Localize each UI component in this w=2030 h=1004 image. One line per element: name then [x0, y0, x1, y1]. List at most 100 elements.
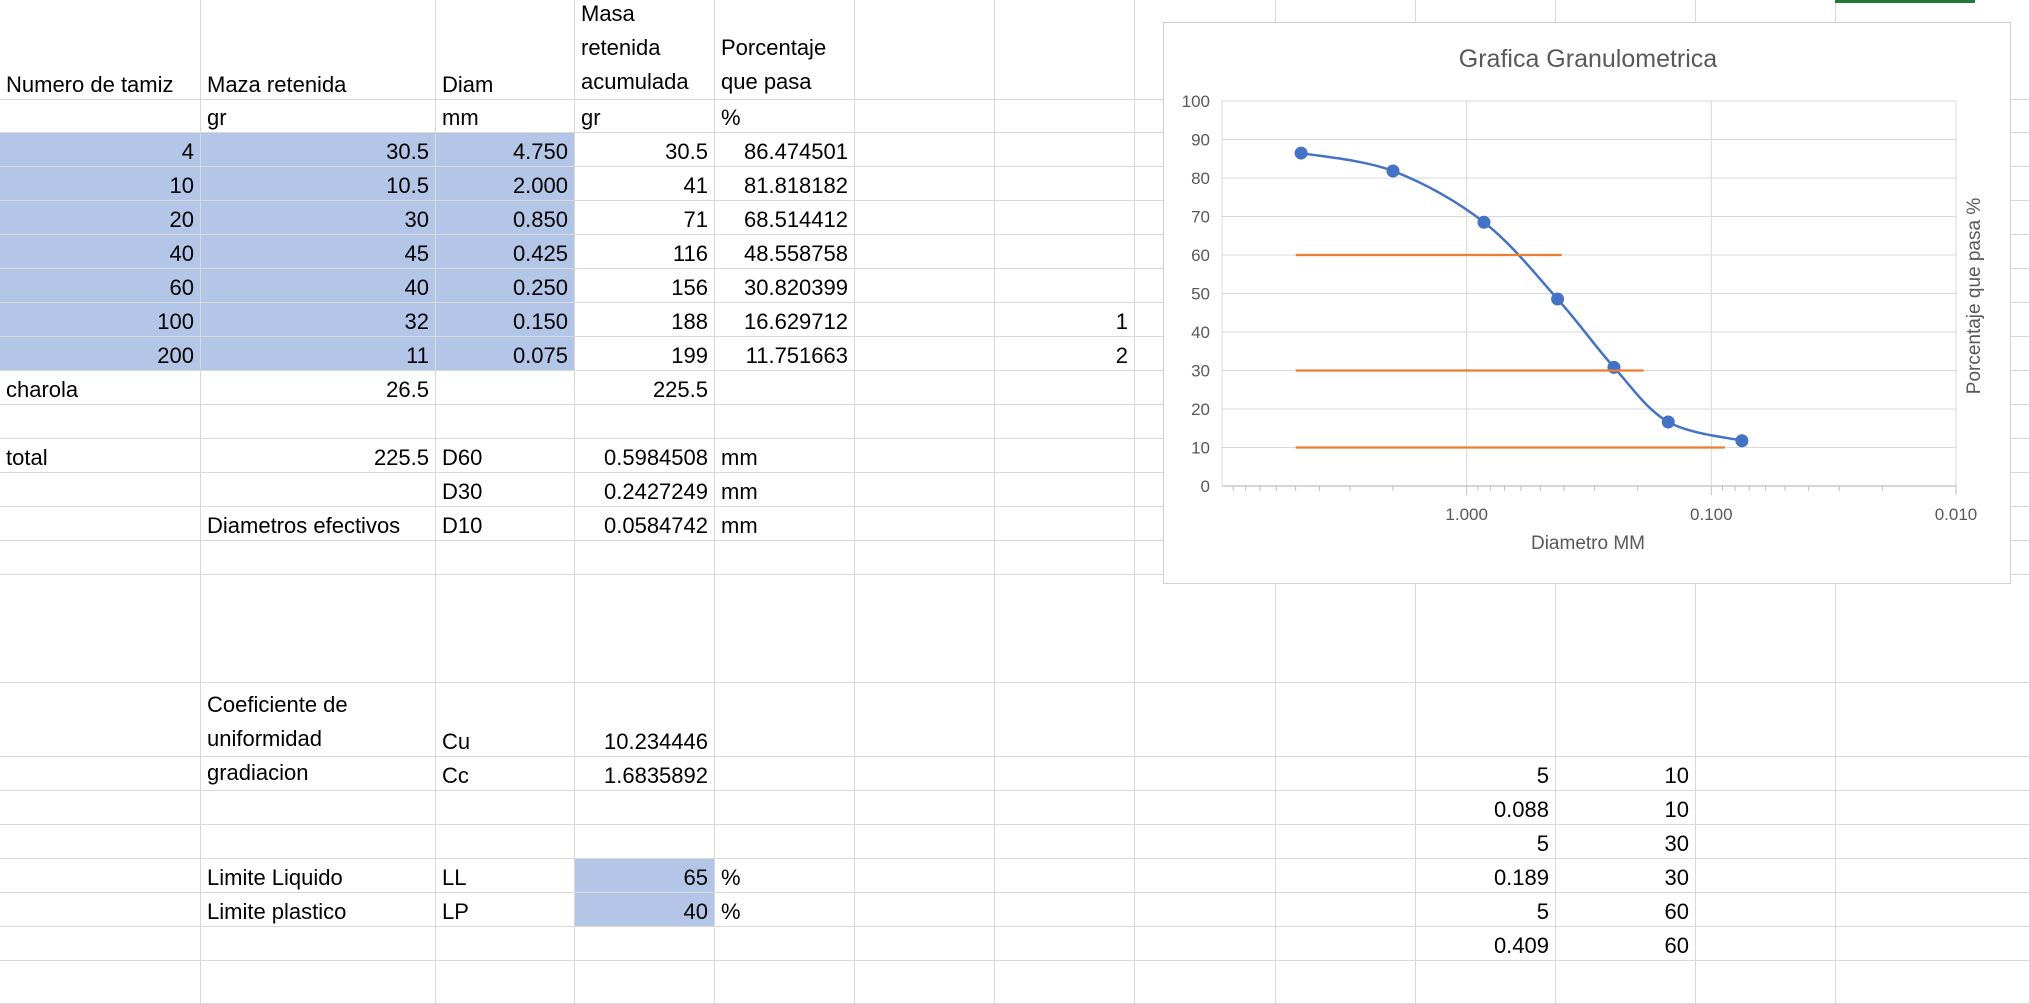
empty-cell[interactable]	[995, 757, 1135, 791]
cu-description[interactable]: Coeficiente de uniformidad	[201, 683, 436, 757]
cu-label[interactable]: Cu	[436, 683, 575, 757]
empty-cell[interactable]	[436, 961, 575, 1004]
empty-cell[interactable]	[575, 405, 715, 439]
ll-unit[interactable]: %	[715, 859, 855, 893]
d10-value[interactable]: 0.0584742	[575, 507, 715, 541]
empty-cell[interactable]	[436, 575, 575, 683]
empty-cell[interactable]	[1836, 791, 2030, 825]
porcentaje-cell[interactable]: 86.474501	[715, 133, 855, 167]
empty-cell[interactable]	[575, 825, 715, 859]
empty-cell[interactable]	[1135, 825, 1276, 859]
empty-cell[interactable]	[575, 541, 715, 575]
empty-cell[interactable]	[855, 541, 995, 575]
header-numero-tamiz[interactable]: Numero de tamiz	[0, 0, 201, 100]
extra-index-cell[interactable]: 2	[995, 337, 1135, 371]
empty-cell[interactable]	[1836, 575, 2030, 683]
empty-cell[interactable]	[0, 927, 201, 961]
empty-cell[interactable]	[995, 439, 1135, 473]
aux-x-cell[interactable]: 5	[1416, 757, 1556, 791]
empty-cell[interactable]	[995, 683, 1135, 757]
empty-cell[interactable]	[855, 961, 995, 1004]
cu-value[interactable]: 10.234446	[575, 683, 715, 757]
empty-cell[interactable]	[995, 0, 1135, 100]
lp-value[interactable]: 40	[575, 893, 715, 927]
empty-cell[interactable]	[855, 683, 995, 757]
empty-cell[interactable]	[1135, 575, 1276, 683]
d60-value[interactable]: 0.5984508	[575, 439, 715, 473]
empty-cell[interactable]	[1276, 893, 1416, 927]
empty-cell[interactable]	[855, 825, 995, 859]
empty-cell[interactable]	[855, 201, 995, 235]
header-masa-acumulada[interactable]: Masa retenida acumulada	[575, 0, 715, 100]
empty-cell[interactable]	[715, 961, 855, 1004]
empty-cell[interactable]	[995, 507, 1135, 541]
empty-cell[interactable]	[0, 961, 201, 1004]
aux-x-cell[interactable]: 0.088	[1416, 791, 1556, 825]
unit-porcentaje[interactable]: %	[715, 100, 855, 133]
aux-x-cell[interactable]: 0.189	[1416, 859, 1556, 893]
empty-cell[interactable]	[855, 269, 995, 303]
empty-cell[interactable]	[715, 927, 855, 961]
diam-cell[interactable]: 2.000	[436, 167, 575, 201]
aux-y-cell[interactable]: 60	[1556, 927, 1696, 961]
empty-cell[interactable]	[0, 859, 201, 893]
empty-cell[interactable]	[0, 575, 201, 683]
empty-cell[interactable]	[995, 405, 1135, 439]
maza-cell[interactable]: 32	[201, 303, 436, 337]
header-porcentaje-pasa[interactable]: Porcentaje que pasa	[715, 0, 855, 100]
d30-value[interactable]: 0.2427249	[575, 473, 715, 507]
tamiz-cell[interactable]: 4	[0, 133, 201, 167]
empty-cell[interactable]	[855, 337, 995, 371]
empty-cell[interactable]	[1276, 575, 1416, 683]
empty-cell[interactable]	[995, 575, 1135, 683]
tamiz-cell[interactable]: 20	[0, 201, 201, 235]
total-value[interactable]: 225.5	[201, 439, 436, 473]
aux-y-cell[interactable]: 10	[1556, 757, 1696, 791]
empty-cell[interactable]	[1836, 825, 2030, 859]
empty-cell[interactable]	[715, 405, 855, 439]
empty-cell[interactable]	[1135, 859, 1276, 893]
empty-cell[interactable]	[855, 893, 995, 927]
empty-cell[interactable]	[1696, 757, 1836, 791]
empty-cell[interactable]	[1135, 757, 1276, 791]
empty-cell[interactable]	[1836, 757, 2030, 791]
diam-cell[interactable]: 4.750	[436, 133, 575, 167]
empty-cell[interactable]	[1276, 927, 1416, 961]
empty-cell[interactable]	[0, 541, 201, 575]
maza-cell[interactable]: 45	[201, 235, 436, 269]
empty-cell[interactable]	[1276, 683, 1416, 757]
masa-acum-cell[interactable]: 71	[575, 201, 715, 235]
empty-cell[interactable]	[855, 0, 995, 100]
tamiz-cell[interactable]: 40	[0, 235, 201, 269]
empty-cell[interactable]	[436, 927, 575, 961]
lp-unit[interactable]: %	[715, 893, 855, 927]
empty-cell[interactable]	[1276, 825, 1416, 859]
empty-cell[interactable]	[995, 927, 1135, 961]
empty-cell[interactable]	[995, 961, 1135, 1004]
empty-cell[interactable]	[855, 303, 995, 337]
d30-label[interactable]: D30	[436, 473, 575, 507]
empty-cell[interactable]	[855, 167, 995, 201]
empty-cell[interactable]	[855, 507, 995, 541]
lp-description[interactable]: Limite plastico	[201, 893, 436, 927]
d60-unit[interactable]: mm	[715, 439, 855, 473]
empty-cell[interactable]	[995, 201, 1135, 235]
cc-description[interactable]: Coeficiente de gradiacion	[201, 757, 436, 791]
aux-y-cell[interactable]: 30	[1556, 825, 1696, 859]
total-label[interactable]: total	[0, 439, 201, 473]
empty-cell[interactable]	[436, 405, 575, 439]
empty-cell[interactable]	[715, 575, 855, 683]
empty-cell[interactable]	[715, 757, 855, 791]
empty-cell[interactable]	[1836, 859, 2030, 893]
empty-cell[interactable]	[436, 825, 575, 859]
empty-cell[interactable]	[1696, 859, 1836, 893]
masa-acum-cell[interactable]: 116	[575, 235, 715, 269]
empty-cell[interactable]	[201, 473, 436, 507]
empty-cell[interactable]	[1416, 575, 1556, 683]
empty-cell[interactable]	[995, 825, 1135, 859]
masa-acum-cell[interactable]: 30.5	[575, 133, 715, 167]
d10-unit[interactable]: mm	[715, 507, 855, 541]
empty-cell[interactable]	[436, 791, 575, 825]
tamiz-cell[interactable]: 100	[0, 303, 201, 337]
empty-cell[interactable]	[0, 893, 201, 927]
